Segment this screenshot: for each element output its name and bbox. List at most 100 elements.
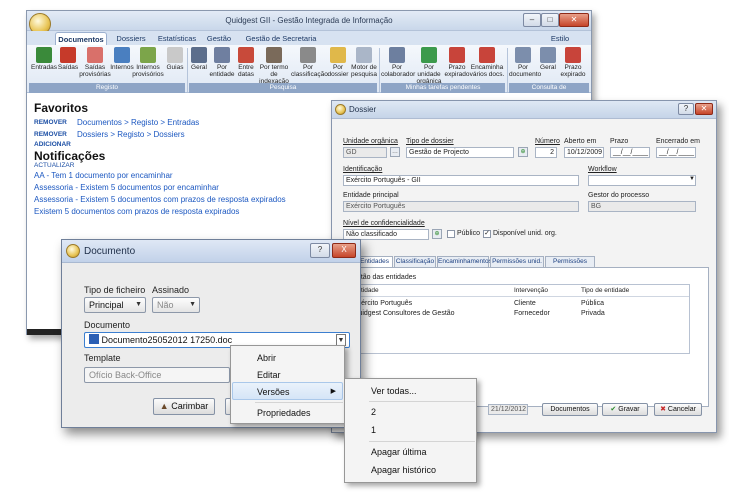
refresh-notifications-button[interactable]: ACTUALIZAR bbox=[34, 162, 74, 169]
template-field[interactable]: Ofício Back-Office bbox=[84, 367, 230, 383]
menu-item-propriedades[interactable]: Propriedades bbox=[232, 404, 343, 422]
menu-item-versoes[interactable]: Versões ▶ bbox=[232, 382, 343, 400]
disponivel-checkbox[interactable]: ✓ bbox=[483, 230, 491, 238]
cancelar-button[interactable]: ✖ Cancelar bbox=[654, 403, 702, 416]
column-header-tipo[interactable]: Tipo de entidade bbox=[581, 287, 629, 294]
table-header-divider bbox=[349, 296, 689, 297]
tab-encaminhamentos[interactable]: Encaminhamentos bbox=[437, 256, 492, 267]
ribbon-consulta-geral-button[interactable]: Geral bbox=[537, 47, 559, 71]
carimbar-button[interactable]: ▲ Carimbar bbox=[153, 398, 215, 415]
submenu-version-1[interactable]: 1 bbox=[346, 421, 475, 439]
ribbon-por-termo-button[interactable]: Por termo de indexação bbox=[257, 47, 291, 85]
document-icon bbox=[515, 47, 531, 63]
dossier-help-button[interactable]: ? bbox=[678, 103, 694, 115]
ribbon-por-dossier-button[interactable]: Por dossier bbox=[325, 47, 351, 78]
table-cell[interactable]: Quidgest Consultores de Gestão bbox=[353, 310, 455, 317]
ribbon-internos-provisorios-button[interactable]: Internos provisórios bbox=[131, 47, 165, 78]
publico-checkbox[interactable] bbox=[447, 230, 455, 238]
ribbon-saidas-provisorias-button[interactable]: Saídas provisórias bbox=[79, 47, 111, 78]
ribbon-por-entidade-button[interactable]: Por entidade bbox=[209, 47, 235, 78]
draft-internal-icon bbox=[140, 47, 156, 63]
dossier-close-button[interactable]: ✕ bbox=[695, 103, 713, 115]
ribbon-prazo-expirado-button[interactable]: Prazo expirado bbox=[443, 47, 471, 78]
tab-dossiers[interactable]: Dossiers bbox=[111, 32, 151, 45]
encerrado-em-field[interactable]: __/__/____ bbox=[656, 147, 696, 158]
encerrado-em-label: Encerrado em bbox=[656, 138, 700, 145]
close-button[interactable]: ✕ bbox=[559, 13, 589, 27]
tab-permissoes-unid[interactable]: Permissões unid. org. bbox=[490, 256, 544, 275]
numero-field[interactable]: 2 bbox=[535, 147, 557, 158]
dossier-title-bar: Dossier ? ✕ bbox=[332, 101, 716, 119]
ribbon-group-pesquisa: Pesquisa bbox=[189, 83, 377, 93]
ribbon-por-documento-button[interactable]: Por documento bbox=[509, 47, 541, 78]
table-cell[interactable]: Cliente bbox=[514, 300, 536, 307]
aberto-em-field[interactable]: 10/12/2009 bbox=[564, 147, 604, 158]
guide-doc-icon bbox=[167, 47, 183, 63]
assinado-select[interactable]: Não ▼ bbox=[152, 297, 200, 313]
ribbon-por-unidade-button[interactable]: Por unidade orgânica bbox=[413, 47, 445, 85]
tab-documentos[interactable]: Documentos bbox=[55, 32, 107, 45]
table-cell[interactable]: Pública bbox=[581, 300, 604, 307]
ribbon-entradas-button[interactable]: Entradas bbox=[31, 47, 57, 71]
tab-gestao-secretaria[interactable]: Gestão de Secretaria bbox=[239, 32, 323, 45]
ribbon-por-classificacao-button[interactable]: Por classificação bbox=[291, 47, 328, 78]
column-header-intervencao[interactable]: Intervenção bbox=[514, 287, 548, 294]
ribbon-encaminha-varios-button[interactable]: Encaminha vários docs. bbox=[469, 47, 505, 78]
ribbon-entre-datas-button[interactable]: Entre datas bbox=[235, 47, 257, 78]
notification-item[interactable]: Existem 5 documentos com prazos de respo… bbox=[34, 207, 239, 216]
submenu-apagar-historico[interactable]: Apagar histórico bbox=[346, 461, 475, 479]
ribbon-motor-pesquisa-button[interactable]: Motor de pesquisa bbox=[349, 47, 379, 78]
prazo-field[interactable]: __/__/____ bbox=[610, 147, 650, 158]
favorite-link-2[interactable]: Dossiers > Registo > Dossiers bbox=[77, 130, 185, 139]
confidencialidade-lookup[interactable]: ⊕ bbox=[432, 229, 442, 239]
chevron-right-icon: ▶ bbox=[330, 388, 336, 395]
tab-estatisticas[interactable]: Estatísticas bbox=[153, 32, 201, 45]
style-menu[interactable]: Estilo bbox=[547, 32, 573, 45]
favorite-link-1[interactable]: Documentos > Registo > Entradas bbox=[77, 118, 199, 127]
identificacao-label: Identificação bbox=[343, 166, 383, 173]
aberto-em-label: Aberto em bbox=[564, 138, 597, 145]
maximize-button[interactable]: □ bbox=[541, 13, 559, 27]
tipo-dossier-field[interactable]: Gestão de Projecto bbox=[406, 147, 514, 158]
unidade-organica-lookup[interactable]: … bbox=[390, 147, 400, 157]
notification-item[interactable]: Assessoria - Existem 5 documentos por en… bbox=[34, 183, 219, 192]
identificacao-field[interactable]: Exército Português - GII bbox=[343, 175, 579, 186]
documentos-button[interactable]: Documentos bbox=[542, 403, 598, 416]
tipo-dossier-lookup[interactable]: ⊕ bbox=[518, 147, 528, 157]
ribbon-consulta-prazo-button[interactable]: Prazo expirado bbox=[559, 47, 587, 78]
table-cell[interactable]: Exército Português bbox=[353, 300, 412, 307]
submenu-version-2[interactable]: 2 bbox=[346, 403, 475, 421]
menu-item-abrir[interactable]: Abrir bbox=[232, 349, 343, 367]
notification-item[interactable]: Assessoria - Existem 5 documentos com pr… bbox=[34, 195, 286, 204]
ribbon-por-colaborador-button[interactable]: Por colaborador bbox=[381, 47, 415, 78]
submenu-apagar-ultima[interactable]: Apagar última bbox=[346, 443, 475, 461]
forward-docs-icon bbox=[479, 47, 495, 63]
documento-help-button[interactable]: ? bbox=[310, 243, 330, 258]
documento-close-button[interactable]: X bbox=[332, 243, 356, 258]
remove-favorite-1[interactable]: REMOVER bbox=[34, 119, 67, 126]
remove-favorite-2[interactable]: REMOVER bbox=[34, 131, 67, 138]
workflow-select[interactable] bbox=[588, 175, 696, 186]
notification-item[interactable]: AA - Tem 1 documento por encaminhar bbox=[34, 171, 173, 180]
ribbon-group-registo: Registo bbox=[29, 83, 185, 93]
submenu-ver-todas[interactable]: Ver todas... bbox=[346, 382, 475, 400]
gravar-button[interactable]: ✔ Gravar bbox=[602, 403, 648, 416]
tipo-dossier-label: Tipo de dossier bbox=[406, 138, 454, 145]
ribbon-saidas-button[interactable]: Saídas bbox=[57, 47, 79, 71]
workflow-chevron-down-icon[interactable]: ▼ bbox=[689, 176, 695, 182]
tab-gestao[interactable]: Gestão bbox=[203, 32, 235, 45]
add-favorite-button[interactable]: ADICIONAR bbox=[34, 141, 71, 148]
ribbon-pesquisa-geral-button[interactable]: Geral bbox=[189, 47, 209, 71]
tab-classificacao[interactable]: Classificação bbox=[394, 256, 436, 267]
unidade-organica-field[interactable]: GD bbox=[343, 147, 387, 158]
expired-calendar-icon bbox=[449, 47, 465, 63]
table-cell[interactable]: Privada bbox=[581, 310, 605, 317]
publico-label: Público bbox=[457, 230, 480, 237]
tab-permissoes-colab[interactable]: Permissões colab. bbox=[545, 256, 595, 275]
numero-label: Número bbox=[535, 138, 560, 145]
tipo-ficheiro-select[interactable]: Principal ▼ bbox=[84, 297, 146, 313]
minimize-button[interactable]: – bbox=[523, 13, 541, 27]
documento-label: Documento bbox=[84, 320, 131, 330]
ribbon-guias-button[interactable]: Guias bbox=[165, 47, 185, 71]
table-cell[interactable]: Fornecedor bbox=[514, 310, 550, 317]
